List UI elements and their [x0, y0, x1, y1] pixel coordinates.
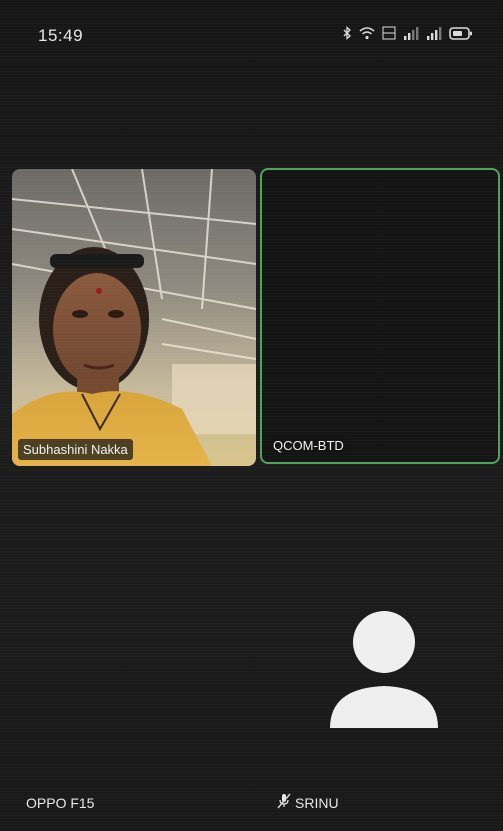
muted-participant-name: SRINU	[295, 794, 339, 811]
participant-name: Subhashini Nakka	[18, 439, 133, 460]
device-label: OPPO F15	[26, 795, 95, 811]
signal-icon	[403, 26, 419, 40]
status-bar: 15:49	[0, 18, 503, 52]
participant-tile-video[interactable]: Subhashini Nakka	[12, 169, 256, 466]
bluetooth-icon	[342, 26, 352, 40]
signal-icon-2	[426, 26, 442, 40]
mic-muted-icon	[277, 793, 291, 812]
participant-name: QCOM-BTD	[268, 435, 349, 456]
muted-participant-label: SRINU	[277, 793, 339, 812]
video-call-screen: 15:49 Subhashini Nakka QCOM-BTD OPPO F15…	[0, 0, 503, 831]
status-time: 15:49	[38, 26, 84, 45]
participant-tile-active-speaker[interactable]: QCOM-BTD	[260, 168, 500, 464]
wifi-icon	[359, 26, 375, 40]
battery-icon	[449, 26, 473, 40]
status-icons	[342, 26, 473, 40]
video-feed	[12, 169, 256, 466]
avatar-placeholder-icon	[326, 610, 442, 730]
volte-icon	[382, 26, 396, 40]
